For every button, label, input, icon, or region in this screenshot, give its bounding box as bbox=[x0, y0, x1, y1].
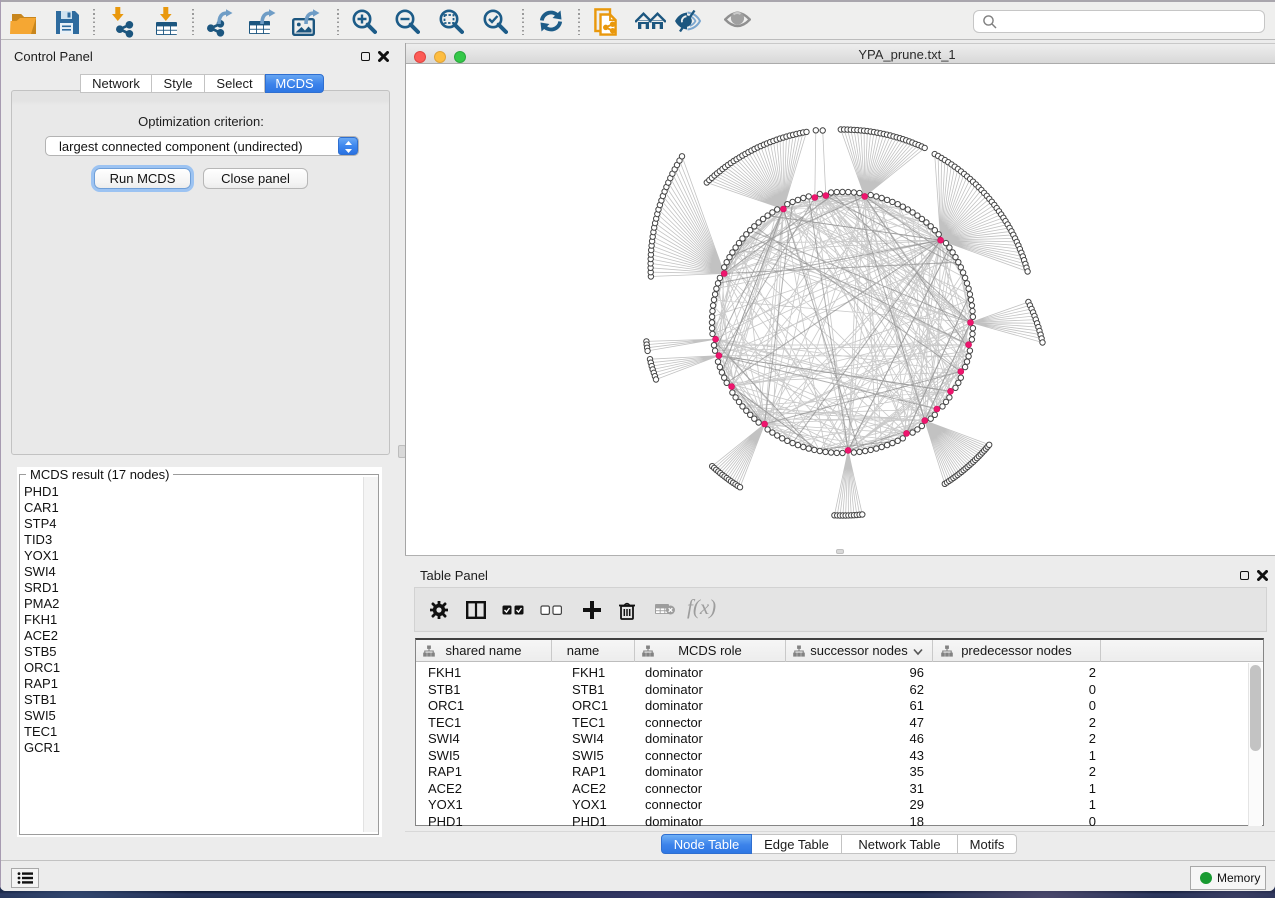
svg-text:f(x): f(x) bbox=[687, 599, 716, 619]
